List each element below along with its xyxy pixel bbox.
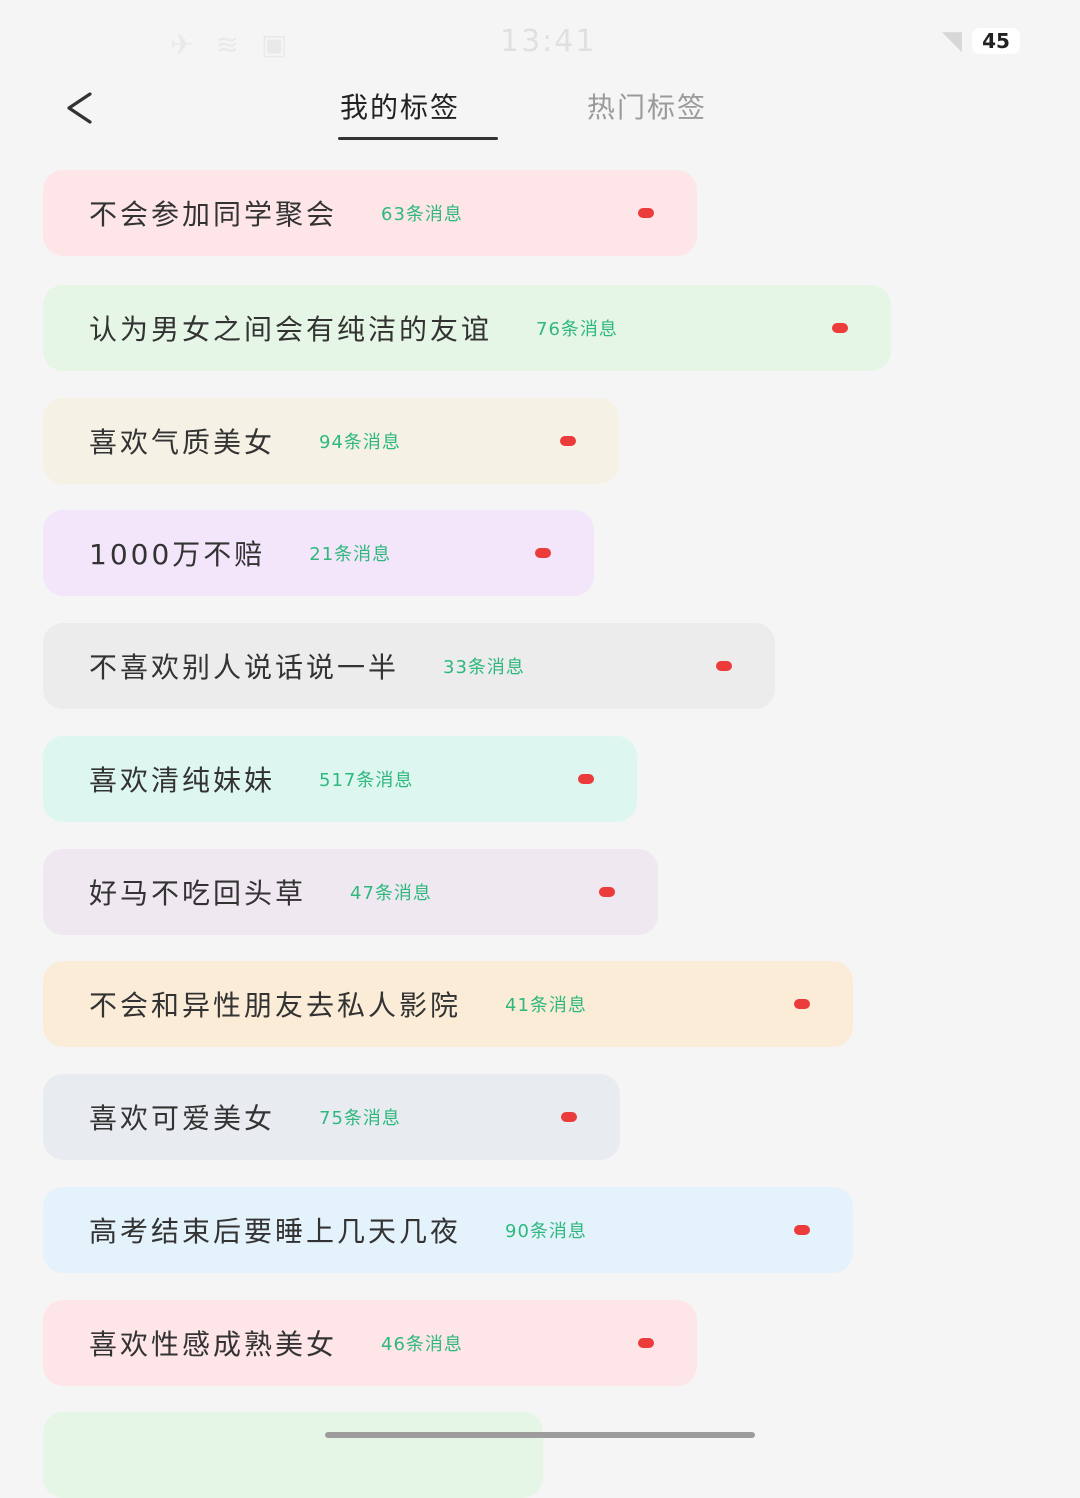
unread-dot [578,774,594,784]
tag-name: 喜欢性感成熟美女 [89,1328,338,1361]
tag-item[interactable]: 喜欢清纯妹妹 517条消息 [43,736,637,822]
unread-dot [561,1112,577,1122]
wifi-icon: ≋ [215,28,239,61]
tag-message-count: 63条消息 [381,204,463,225]
unread-dot [716,661,732,671]
tag-item[interactable] [43,1412,543,1498]
tag-item[interactable]: 认为男女之间会有纯洁的友谊 76条消息 [43,285,891,371]
image-icon: ▣ [260,28,288,61]
header: 我的标签 热门标签 [0,80,1080,150]
tag-message-count: 33条消息 [443,657,525,678]
chevron-left-icon [67,92,92,124]
tag-message-count: 21条消息 [309,544,392,565]
home-indicator[interactable] [325,1432,755,1438]
tag-name: 喜欢可爱美女 [89,1102,276,1135]
tab-my-tags[interactable]: 我的标签 [340,86,460,126]
unread-dot [535,548,551,558]
tag-name: 喜欢清纯妹妹 [89,764,276,797]
tag-name: 不会和异性朋友去私人影院 [89,989,462,1022]
tag-message-count: 41条消息 [505,995,587,1016]
status-right: ◥ 45 [942,26,1020,56]
tag-message-count: 90条消息 [505,1221,587,1242]
tag-message-count: 75条消息 [319,1108,401,1129]
unread-dot [560,436,576,446]
unread-dot [794,1225,810,1235]
tag-name: 认为男女之间会有纯洁的友谊 [89,313,493,346]
tag-item[interactable]: 不会和异性朋友去私人影院 41条消息 [43,961,853,1047]
tag-item[interactable]: 1000万不赔 21条消息 [43,510,594,596]
tag-item[interactable]: 喜欢气质美女 94条消息 [43,398,619,484]
back-button[interactable] [54,80,104,136]
signal-icon: ◥ [942,26,962,56]
tag-item[interactable]: 喜欢性感成熟美女 46条消息 [43,1300,697,1386]
tag-name: 好马不吃回头草 [89,877,307,910]
status-bar: ✈ ≋ ▣ 13:41 ◥ 45 [0,0,1080,80]
status-icons: ✈ ≋ ▣ [170,28,287,61]
tag-name: 不喜欢别人说话说一半 [89,651,400,684]
tag-item[interactable]: 好马不吃回头草 47条消息 [43,849,658,935]
tag-name: 高考结束后要睡上几天几夜 [89,1215,462,1248]
tag-item[interactable]: 高考结束后要睡上几天几夜 90条消息 [43,1187,853,1273]
unread-dot [599,887,615,897]
status-time: 13:41 [500,24,597,59]
tag-item[interactable]: 喜欢可爱美女 75条消息 [43,1074,620,1160]
tag-name: 不会参加同学聚会 [89,198,338,231]
active-tab-indicator [338,137,498,140]
tag-message-count: 76条消息 [536,319,618,340]
tag-message-count: 46条消息 [381,1334,463,1355]
tag-name: 喜欢气质美女 [89,426,276,459]
tag-message-count: 47条消息 [350,883,432,904]
airplane-icon: ✈ [170,28,194,61]
tag-item[interactable]: 不会参加同学聚会 63条消息 [43,170,697,256]
tag-item[interactable]: 不喜欢别人说话说一半 33条消息 [43,623,775,709]
unread-dot [638,1338,654,1348]
tag-message-count: 94条消息 [319,432,401,453]
unread-dot [794,999,810,1009]
tab-hot-tags[interactable]: 热门标签 [587,86,707,126]
unread-dot [832,323,848,333]
battery-indicator: 45 [972,28,1020,54]
unread-dot [638,208,654,218]
tag-message-count: 517条消息 [319,770,414,791]
tag-name: 1000万不赔 [89,538,266,571]
